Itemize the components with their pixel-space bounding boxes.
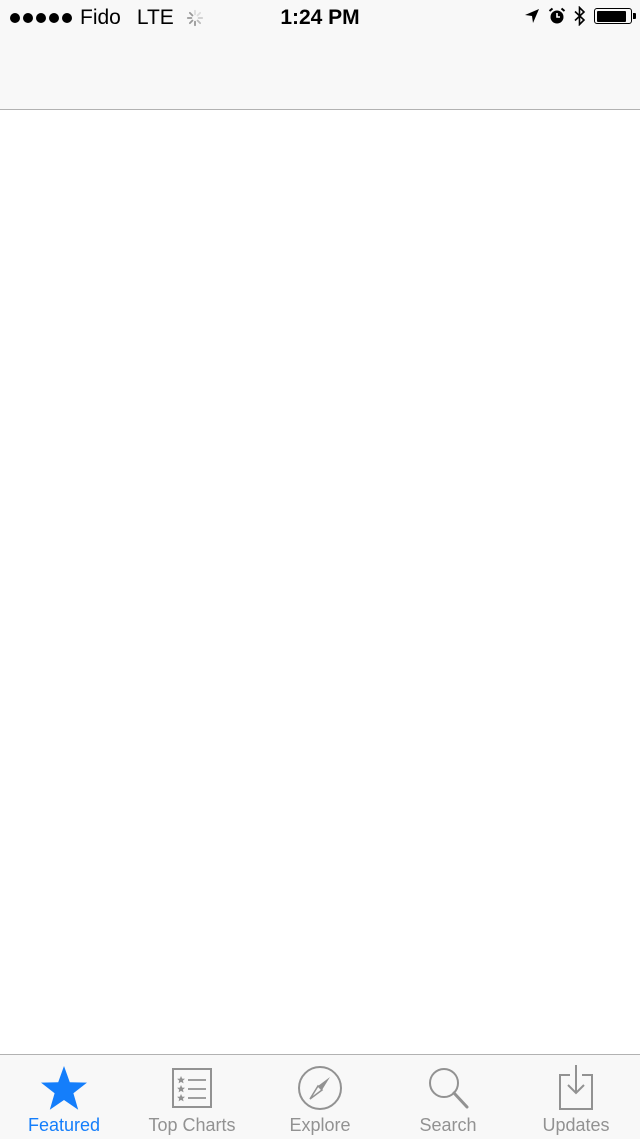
tab-featured[interactable]: Featured [0, 1055, 128, 1139]
battery-level [596, 10, 627, 22]
tab-top-charts[interactable]: Top Charts [128, 1055, 256, 1139]
tab-label: Updates [542, 1115, 610, 1135]
navigation-bar [0, 36, 640, 110]
battery-icon [594, 8, 636, 24]
status-right [524, 6, 636, 26]
status-bar: Fido LTE 1:24 PM [0, 0, 640, 36]
compass-icon [295, 1063, 345, 1113]
tab-explore[interactable]: Explore [256, 1055, 384, 1139]
tab-label: Explore [289, 1115, 351, 1135]
tab-updates[interactable]: Updates [512, 1055, 640, 1139]
magnifier-icon [423, 1063, 473, 1113]
tab-search[interactable]: Search [384, 1055, 512, 1139]
location-arrow-icon [525, 9, 539, 23]
alarm-icon [548, 7, 566, 24]
star-icon [39, 1063, 89, 1113]
top-charts-list-icon [167, 1063, 217, 1113]
tab-label: Featured [27, 1115, 101, 1135]
tab-label: Top Charts [148, 1115, 236, 1135]
tab-bar: Featured Top Charts Explore Search Updat… [0, 1054, 640, 1139]
battery-nub [633, 13, 636, 19]
tab-label: Search [419, 1115, 477, 1135]
download-tray-icon [551, 1063, 601, 1113]
content-area [0, 110, 640, 1054]
bluetooth-icon [574, 6, 586, 26]
